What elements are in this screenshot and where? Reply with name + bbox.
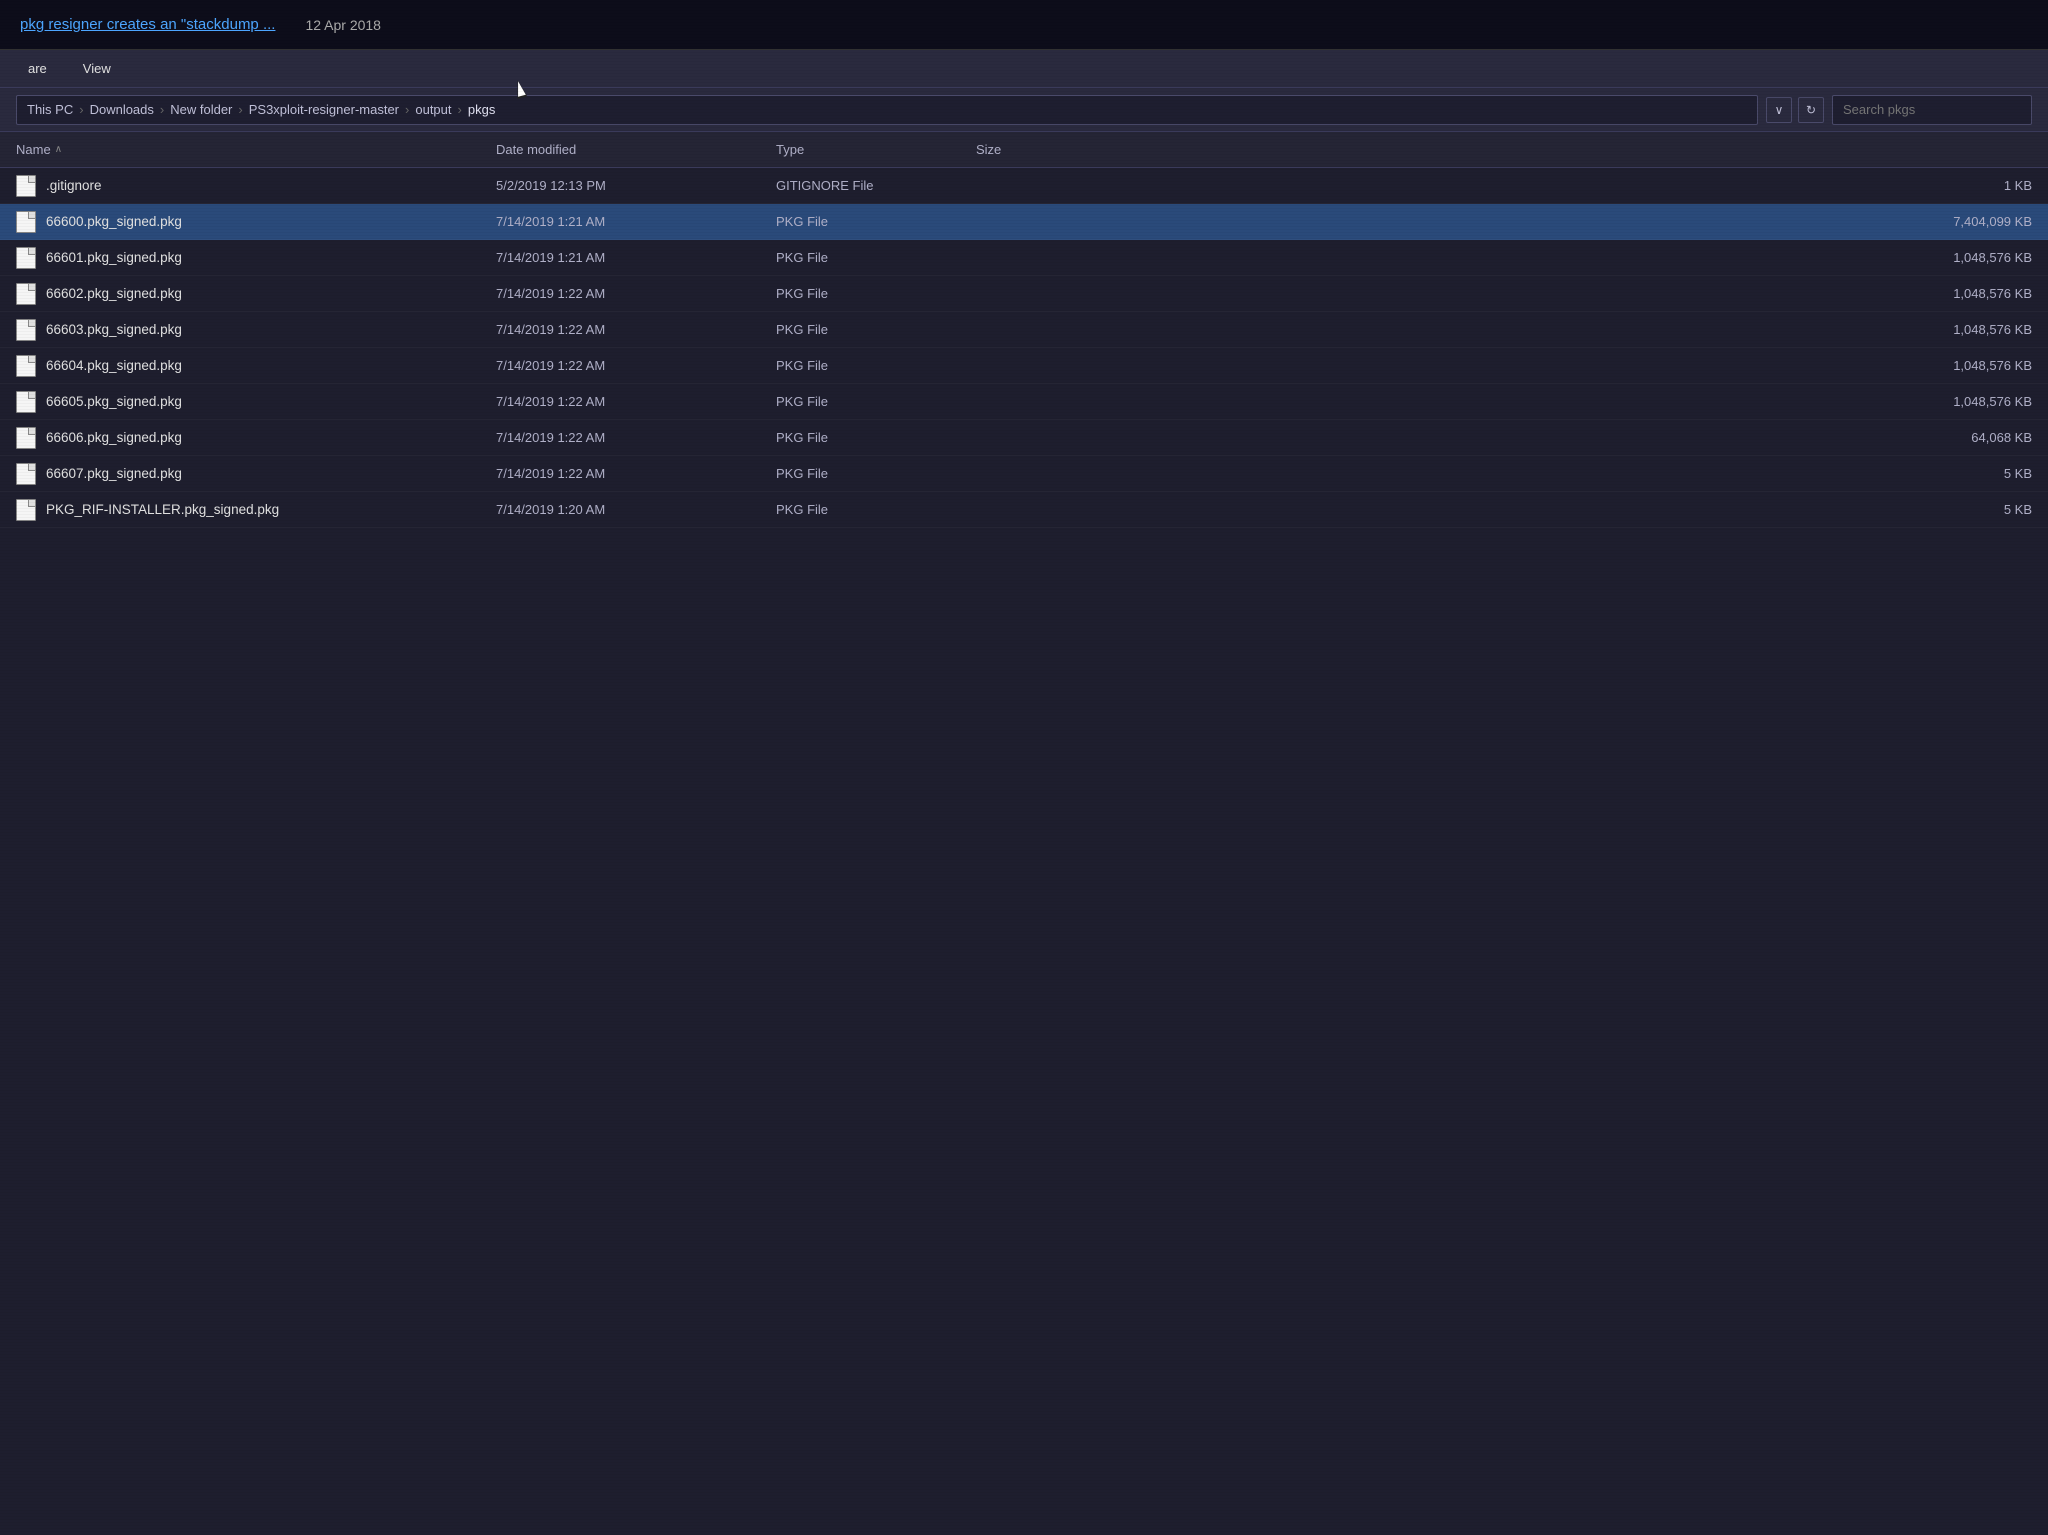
dropdown-button[interactable]: ∨ — [1766, 97, 1792, 123]
file-type: PKG File — [776, 502, 976, 517]
file-list: .gitignore 5/2/2019 12:13 PM GITIGNORE F… — [0, 168, 2048, 1535]
table-row[interactable]: PKG_RIF-INSTALLER.pkg_signed.pkg 7/14/20… — [0, 492, 2048, 528]
file-size: 1,048,576 KB — [976, 250, 2032, 265]
file-icon — [16, 319, 36, 341]
table-row[interactable]: 66600.pkg_signed.pkg 7/14/2019 1:21 AM P… — [0, 204, 2048, 240]
file-size: 1,048,576 KB — [976, 358, 2032, 373]
file-type: PKG File — [776, 286, 976, 301]
breadcrumb-this-pc[interactable]: This PC — [27, 102, 73, 117]
menu-bar: are View — [0, 50, 2048, 88]
file-date: 5/2/2019 12:13 PM — [496, 178, 776, 193]
file-name: 66607.pkg_signed.pkg — [46, 466, 486, 481]
file-size: 1,048,576 KB — [976, 286, 2032, 301]
file-size: 7,404,099 KB — [976, 214, 2032, 229]
menu-item-view[interactable]: View — [75, 57, 119, 80]
file-explorer: Name ∧ Date modified Type Size .gitignor… — [0, 132, 2048, 1535]
file-date: 7/14/2019 1:22 AM — [496, 394, 776, 409]
breadcrumb-pkgs: pkgs — [468, 102, 495, 117]
file-date: 7/14/2019 1:21 AM — [496, 250, 776, 265]
search-input[interactable] — [1832, 95, 2032, 125]
breadcrumb-output[interactable]: output — [415, 102, 451, 117]
breadcrumb-sep-5: › — [458, 102, 462, 117]
file-name: 66603.pkg_signed.pkg — [46, 322, 486, 337]
file-icon — [16, 427, 36, 449]
file-name: 66600.pkg_signed.pkg — [46, 214, 486, 229]
table-row[interactable]: 66607.pkg_signed.pkg 7/14/2019 1:22 AM P… — [0, 456, 2048, 492]
file-date: 7/14/2019 1:22 AM — [496, 358, 776, 373]
file-type: GITIGNORE File — [776, 178, 976, 193]
breadcrumb-sep-2: › — [160, 102, 164, 117]
column-header-size[interactable]: Size — [976, 142, 2032, 157]
file-date: 7/14/2019 1:22 AM — [496, 286, 776, 301]
address-controls: ∨ ↻ — [1766, 97, 1824, 123]
table-row[interactable]: 66605.pkg_signed.pkg 7/14/2019 1:22 AM P… — [0, 384, 2048, 420]
file-icon — [16, 211, 36, 233]
file-type: PKG File — [776, 214, 976, 229]
notification-date: 12 Apr 2018 — [305, 17, 381, 33]
file-name: 66606.pkg_signed.pkg — [46, 430, 486, 445]
file-size: 1,048,576 KB — [976, 322, 2032, 337]
file-name: PKG_RIF-INSTALLER.pkg_signed.pkg — [46, 502, 486, 517]
file-icon — [16, 463, 36, 485]
breadcrumb-ps3xploit[interactable]: PS3xploit-resigner-master — [249, 102, 399, 117]
file-size: 1,048,576 KB — [976, 394, 2032, 409]
file-name: 66604.pkg_signed.pkg — [46, 358, 486, 373]
address-bar: This PC › Downloads › New folder › PS3xp… — [0, 88, 2048, 132]
breadcrumb-new-folder[interactable]: New folder — [170, 102, 232, 117]
file-date: 7/14/2019 1:22 AM — [496, 466, 776, 481]
breadcrumb-downloads[interactable]: Downloads — [90, 102, 154, 117]
file-icon — [16, 355, 36, 377]
menu-item-are[interactable]: are — [20, 57, 55, 80]
breadcrumb-sep-1: › — [79, 102, 83, 117]
column-header-date[interactable]: Date modified — [496, 142, 776, 157]
table-row[interactable]: 66602.pkg_signed.pkg 7/14/2019 1:22 AM P… — [0, 276, 2048, 312]
file-date: 7/14/2019 1:21 AM — [496, 214, 776, 229]
notification-link[interactable]: pkg resigner creates an "stackdump ... — [20, 16, 275, 33]
table-row[interactable]: 66603.pkg_signed.pkg 7/14/2019 1:22 AM P… — [0, 312, 2048, 348]
breadcrumb-sep-3: › — [238, 102, 242, 117]
file-size: 5 KB — [976, 466, 2032, 481]
file-icon — [16, 283, 36, 305]
file-icon — [16, 391, 36, 413]
file-icon — [16, 247, 36, 269]
table-row[interactable]: .gitignore 5/2/2019 12:13 PM GITIGNORE F… — [0, 168, 2048, 204]
table-row[interactable]: 66604.pkg_signed.pkg 7/14/2019 1:22 AM P… — [0, 348, 2048, 384]
file-date: 7/14/2019 1:20 AM — [496, 502, 776, 517]
file-type: PKG File — [776, 358, 976, 373]
file-size: 64,068 KB — [976, 430, 2032, 445]
column-headers: Name ∧ Date modified Type Size — [0, 132, 2048, 168]
file-size: 1 KB — [976, 178, 2032, 193]
file-name: 66602.pkg_signed.pkg — [46, 286, 486, 301]
column-header-name[interactable]: Name ∧ — [16, 142, 496, 157]
file-name: 66605.pkg_signed.pkg — [46, 394, 486, 409]
file-type: PKG File — [776, 430, 976, 445]
breadcrumb-sep-4: › — [405, 102, 409, 117]
file-type: PKG File — [776, 250, 976, 265]
breadcrumb: This PC › Downloads › New folder › PS3xp… — [16, 95, 1758, 125]
file-type: PKG File — [776, 466, 976, 481]
table-row[interactable]: 66601.pkg_signed.pkg 7/14/2019 1:21 AM P… — [0, 240, 2048, 276]
file-icon — [16, 175, 36, 197]
table-row[interactable]: 66606.pkg_signed.pkg 7/14/2019 1:22 AM P… — [0, 420, 2048, 456]
file-type: PKG File — [776, 322, 976, 337]
file-date: 7/14/2019 1:22 AM — [496, 430, 776, 445]
column-header-type[interactable]: Type — [776, 142, 976, 157]
file-type: PKG File — [776, 394, 976, 409]
file-name: 66601.pkg_signed.pkg — [46, 250, 486, 265]
notification-bar: pkg resigner creates an "stackdump ... 1… — [0, 0, 2048, 50]
file-size: 5 KB — [976, 502, 2032, 517]
refresh-button[interactable]: ↻ — [1798, 97, 1824, 123]
sort-arrow-name: ∧ — [55, 144, 62, 155]
file-icon — [16, 499, 36, 521]
file-name: .gitignore — [46, 178, 486, 193]
file-date: 7/14/2019 1:22 AM — [496, 322, 776, 337]
